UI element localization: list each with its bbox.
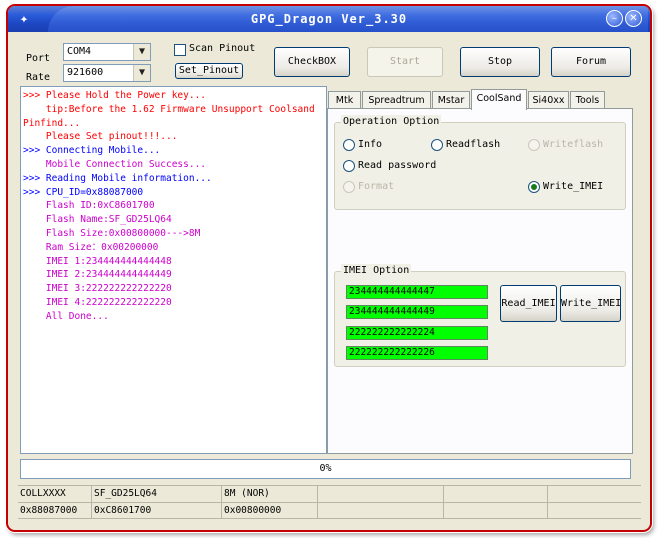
- log-line: IMEI 4:222222222222220: [23, 296, 172, 308]
- minimize-icon[interactable]: –: [606, 10, 623, 27]
- imei-option-group: IMEI Option 234444444444447 234444444444…: [334, 264, 626, 367]
- log-line: >>> Connecting Mobile...: [23, 145, 161, 157]
- log-line: >>> Reading Mobile information...: [23, 172, 212, 184]
- log-line: IMEI 3:222222222222220: [23, 283, 172, 295]
- write-imei-label: Write_IMEI: [543, 181, 604, 192]
- imei-option-title: IMEI Option: [341, 264, 412, 278]
- port-select[interactable]: COM4 ▼: [63, 43, 151, 61]
- log-line: Pinfind...: [23, 117, 81, 129]
- progress-bar: 0%: [20, 459, 631, 479]
- status-cell: [318, 503, 444, 519]
- status-cell: [444, 503, 548, 519]
- read-password-radio[interactable]: [343, 160, 355, 172]
- write-imei-button[interactable]: Write_IMEI: [560, 285, 621, 322]
- tab-coolsand[interactable]: CoolSand: [471, 89, 527, 110]
- readflash-radio[interactable]: [431, 139, 443, 151]
- scan-pinout-checkbox[interactable]: [174, 44, 186, 56]
- forum-button[interactable]: Forum: [551, 47, 631, 77]
- read-password-label: Read password: [358, 160, 437, 171]
- readflash-label: Readflash: [446, 139, 501, 150]
- close-icon[interactable]: ✕: [625, 10, 642, 27]
- status-cell: COLLXXXX: [18, 486, 92, 502]
- log-line: Ram Size：0x00200000: [23, 241, 159, 253]
- status-cell: [444, 486, 548, 502]
- status-cell: [548, 486, 641, 502]
- imei-field-3[interactable]: 222222222222224: [346, 326, 488, 340]
- imei-field-1[interactable]: 234444444444447: [346, 285, 488, 299]
- chevron-down-icon[interactable]: ▼: [133, 44, 150, 60]
- port-label: Port: [26, 53, 51, 64]
- writeflash-label: Writeflash: [543, 139, 604, 150]
- write-imei-radio[interactable]: [528, 181, 540, 193]
- log-line: IMEI 1:234444444444448: [23, 255, 172, 267]
- info-label: Info: [358, 139, 383, 150]
- writeflash-radio[interactable]: [528, 139, 540, 151]
- app-window: ✦ GPG_Dragon Ver_3.30 – ✕ Port COM4 ▼ Ra…: [6, 4, 652, 532]
- status-cell: 0xC8601700: [92, 503, 222, 519]
- log-output[interactable]: >>> Please Hold the Power key... tip:Bef…: [20, 86, 327, 454]
- window-title: GPG_Dragon Ver_3.30: [250, 12, 408, 26]
- log-line: Flash Name:SF_GD25LQ64: [23, 214, 172, 226]
- log-line: Mobile Connection Success...: [23, 158, 207, 170]
- status-row-2: 0x88087000 0xC8601700 0x00800000: [18, 503, 641, 519]
- tab-si40xx[interactable]: Si40xx: [528, 91, 569, 109]
- tab-spreadtrum[interactable]: Spreadtrum: [362, 91, 431, 109]
- tab-tools[interactable]: Tools: [570, 91, 605, 109]
- info-radio[interactable]: [343, 139, 355, 151]
- log-line: >>> CPU_ID=0x88087000: [23, 186, 144, 198]
- log-line: Flash ID:0xC8601700: [23, 200, 155, 212]
- imei-field-4[interactable]: 222222222222226: [346, 346, 488, 360]
- format-radio[interactable]: [343, 181, 355, 193]
- log-line: tip:Before the 1.62 Firmware Unsupport C…: [23, 103, 315, 115]
- status-cell: 0x00800000: [222, 503, 318, 519]
- port-value: COM4: [67, 46, 92, 57]
- tab-mstar[interactable]: Mstar: [432, 91, 470, 109]
- log-lines: >>> Please Hold the Power key... tip:Bef…: [21, 87, 326, 324]
- log-line: IMEI 2:234444444444449: [23, 269, 172, 281]
- operation-option-title: Operation Option: [341, 115, 442, 129]
- log-line: All Done...: [23, 310, 109, 322]
- status-cell: [548, 503, 641, 519]
- status-cell: [318, 486, 444, 502]
- rate-value: 921600: [67, 67, 104, 78]
- stop-button[interactable]: Stop: [460, 47, 540, 77]
- status-cell: 0x88087000: [18, 503, 92, 519]
- start-button[interactable]: Start: [367, 47, 443, 77]
- set-pinout-button[interactable]: Set_Pinout: [175, 63, 243, 79]
- operation-option-group: Operation Option Info Readflash Writefla…: [334, 115, 626, 210]
- coolsand-panel: Operation Option Info Readflash Writefla…: [327, 108, 633, 454]
- log-line: >>> Please Hold the Power key...: [23, 90, 207, 101]
- checkbox-button[interactable]: CheckBOX: [274, 47, 350, 77]
- log-line: Flash Size:0x00800000--->8M: [23, 227, 201, 239]
- status-cell: 8M (NOR): [222, 486, 318, 502]
- status-cell: SF_GD25LQ64: [92, 486, 222, 502]
- format-label: Format: [358, 181, 395, 192]
- imei-field-2[interactable]: 234444444444449: [346, 305, 488, 319]
- read-imei-button[interactable]: Read_IMEI: [500, 285, 557, 322]
- chevron-down-icon[interactable]: ▼: [133, 65, 150, 81]
- status-row-1: COLLXXXX SF_GD25LQ64 8M (NOR): [18, 486, 641, 503]
- log-line: Please Set pinout!!!...: [23, 131, 178, 143]
- status-bar: COLLXXXX SF_GD25LQ64 8M (NOR) 0x88087000…: [18, 485, 641, 519]
- scan-pinout-label: Scan Pinout: [189, 43, 256, 54]
- rate-label: Rate: [26, 72, 51, 83]
- rate-select[interactable]: 921600 ▼: [63, 64, 151, 82]
- tab-mtk[interactable]: Mtk: [328, 91, 361, 109]
- progress-text: 0%: [319, 463, 332, 474]
